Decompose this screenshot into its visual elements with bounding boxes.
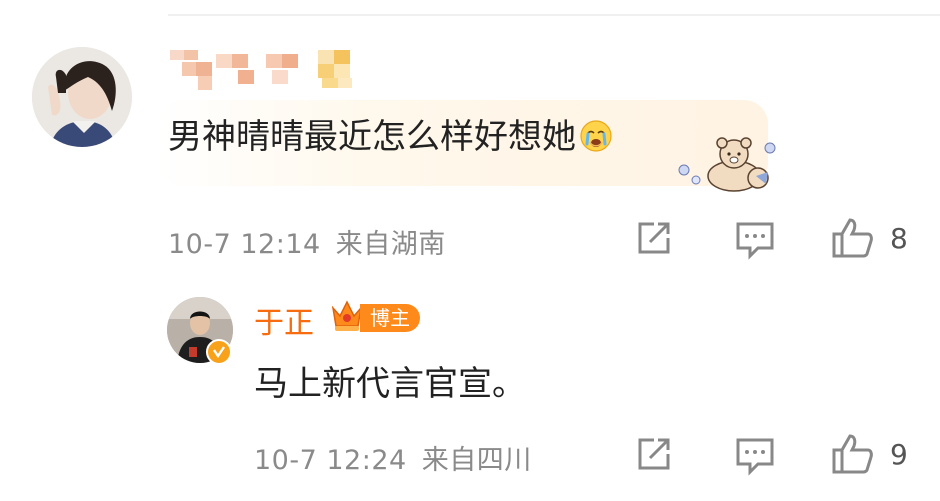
crying-face-emoji-icon (580, 118, 612, 152)
teddy-bear-sticker (672, 132, 782, 194)
comment-icon[interactable] (734, 434, 778, 476)
verified-badge-icon (206, 339, 232, 365)
avatar-photo (32, 47, 132, 147)
commenter-avatar[interactable] (32, 47, 132, 147)
top-divider (168, 14, 940, 16)
reply-location: 来自四川 (421, 445, 532, 476)
comment-meta: 10-7 12:14 来自湖南 (168, 222, 446, 261)
comment-time: 10-7 12:14 (168, 229, 321, 260)
share-icon[interactable] (632, 434, 676, 474)
comment-location: 来自湖南 (335, 229, 446, 260)
crown-icon (330, 298, 364, 334)
commenter-name-mosaic[interactable] (168, 48, 360, 90)
like-icon[interactable] (830, 432, 874, 474)
comment-text: 男神晴晴最近怎么样好想她 (168, 114, 612, 160)
like-count: 8 (890, 222, 908, 255)
share-icon[interactable] (632, 218, 676, 258)
reply-text: 马上新代言官宣。 (254, 364, 526, 404)
reply-time: 10-7 12:24 (254, 445, 407, 476)
like-icon[interactable] (830, 216, 874, 258)
like-count: 9 (890, 438, 908, 471)
comment-text-content: 男神晴晴最近怎么样好想她 (168, 117, 576, 157)
comment-icon[interactable] (734, 218, 778, 260)
pixelated-name (170, 50, 352, 90)
reply-meta: 10-7 12:24 来自四川 (254, 438, 532, 477)
blogger-badge: 博主 (360, 304, 420, 332)
reply-author-name[interactable]: 于正 (254, 298, 314, 342)
